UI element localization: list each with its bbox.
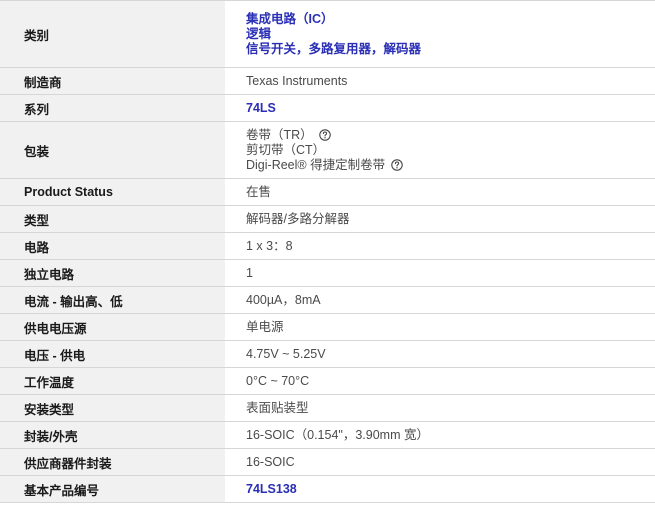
attribute-row-package-case: 封装/外壳 16-SOIC（0.154"，3.90mm 宽） [0, 422, 655, 449]
attribute-value: 1 x 3：8 [225, 233, 655, 259]
attribute-row-manufacturer: 制造商 Texas Instruments [0, 68, 655, 95]
attribute-value: 表面贴装型 [225, 395, 655, 421]
attribute-label: 工作温度 [0, 368, 225, 394]
attribute-label: 包装 [0, 122, 225, 178]
attribute-row-independent-circuits: 独立电路 1 [0, 260, 655, 287]
attribute-row-mounting-type: 安装类型 表面贴装型 [0, 395, 655, 422]
attribute-label: 独立电路 [0, 260, 225, 286]
attribute-label: 类型 [0, 206, 225, 232]
attribute-value: 16-SOIC（0.154"，3.90mm 宽） [225, 422, 655, 448]
attribute-label: 电流 - 输出高、低 [0, 287, 225, 313]
attribute-row-voltage-supply: 电压 - 供电 4.75V ~ 5.25V [0, 341, 655, 368]
attribute-value: 解码器/多路分解器 [225, 206, 655, 232]
attribute-row-base-part-number: 基本产品编号 74LS138 [0, 476, 655, 503]
question-circle-icon[interactable] [391, 159, 403, 171]
attribute-label: 安装类型 [0, 395, 225, 421]
voltage-supply-value: 4.75V ~ 5.25V [246, 346, 326, 361]
question-circle-icon[interactable] [318, 129, 331, 141]
supplier-package-value: 16-SOIC [246, 454, 295, 469]
attribute-value: 16-SOIC [225, 449, 655, 475]
package-case-value: 16-SOIC（0.154"，3.90mm 宽） [246, 427, 429, 442]
attribute-value: Texas Instruments [225, 68, 655, 94]
operating-temp-value: 0°C ~ 70°C [246, 373, 310, 388]
attribute-row-product-status: Product Status 在售 [0, 179, 655, 206]
independent-circuits-value: 1 [246, 265, 253, 280]
packaging-tape-reel: 卷带（TR） [246, 127, 313, 142]
attribute-value: 74LS138 [225, 476, 655, 502]
attribute-value: 4.75V ~ 5.25V [225, 341, 655, 367]
packaging-digi-reel: Digi-Reel® 得捷定制卷带 [246, 157, 386, 172]
attribute-label: 类别 [0, 1, 225, 67]
attribute-row-packaging: 包装 卷带（TR） 剪切带（CT） Digi-Reel® 得捷定制卷带 [0, 122, 655, 179]
manufacturer-value: Texas Instruments [246, 73, 348, 88]
type-value: 解码器/多路分解器 [246, 211, 350, 226]
attribute-row-type: 类型 解码器/多路分解器 [0, 206, 655, 233]
attribute-label: 供应商器件封装 [0, 449, 225, 475]
attribute-row-voltage-source: 供电电压源 单电源 [0, 314, 655, 341]
attribute-label: 供电电压源 [0, 314, 225, 340]
circuit-value: 1 x 3：8 [246, 238, 293, 253]
attribute-value: 0°C ~ 70°C [225, 368, 655, 394]
attribute-label: 系列 [0, 95, 225, 121]
attribute-label: 基本产品编号 [0, 476, 225, 502]
attribute-row-operating-temp: 工作温度 0°C ~ 70°C [0, 368, 655, 395]
attribute-row-current-output: 电流 - 输出高、低 400µA，8mA [0, 287, 655, 314]
attribute-label: 制造商 [0, 68, 225, 94]
attribute-value: 74LS [225, 95, 655, 121]
product-status-value: 在售 [246, 184, 272, 199]
attribute-label: 电压 - 供电 [0, 341, 225, 367]
product-attributes-table: 类别 集成电路（IC） 逻辑 信号开关，多路复用器，解码器 制造商 Texas … [0, 0, 655, 503]
base-part-number-link[interactable]: 74LS138 [246, 482, 297, 497]
attribute-row-series: 系列 74LS [0, 95, 655, 122]
category-link-ic[interactable]: 集成电路（IC） [246, 12, 334, 27]
voltage-source-value: 单电源 [246, 319, 284, 334]
attribute-value: 卷带（TR） 剪切带（CT） Digi-Reel® 得捷定制卷带 [225, 122, 655, 178]
attribute-value: 单电源 [225, 314, 655, 340]
packaging-cut-tape: 剪切带（CT） [246, 142, 326, 157]
attribute-row-supplier-package: 供应商器件封装 16-SOIC [0, 449, 655, 476]
category-link-signal-switches[interactable]: 信号开关，多路复用器，解码器 [246, 42, 421, 57]
attribute-value: 集成电路（IC） 逻辑 信号开关，多路复用器，解码器 [225, 1, 655, 67]
attribute-row-category: 类别 集成电路（IC） 逻辑 信号开关，多路复用器，解码器 [0, 1, 655, 68]
attribute-label: Product Status [0, 179, 225, 205]
attribute-value: 400µA，8mA [225, 287, 655, 313]
attribute-row-circuit: 电路 1 x 3：8 [0, 233, 655, 260]
attribute-label: 封装/外壳 [0, 422, 225, 448]
category-link-logic[interactable]: 逻辑 [246, 27, 271, 42]
attribute-label: 电路 [0, 233, 225, 259]
attribute-value: 1 [225, 260, 655, 286]
series-link[interactable]: 74LS [246, 101, 276, 116]
attribute-value: 在售 [225, 179, 655, 205]
mounting-type-value: 表面贴装型 [246, 400, 309, 415]
current-output-value: 400µA，8mA [246, 292, 321, 307]
